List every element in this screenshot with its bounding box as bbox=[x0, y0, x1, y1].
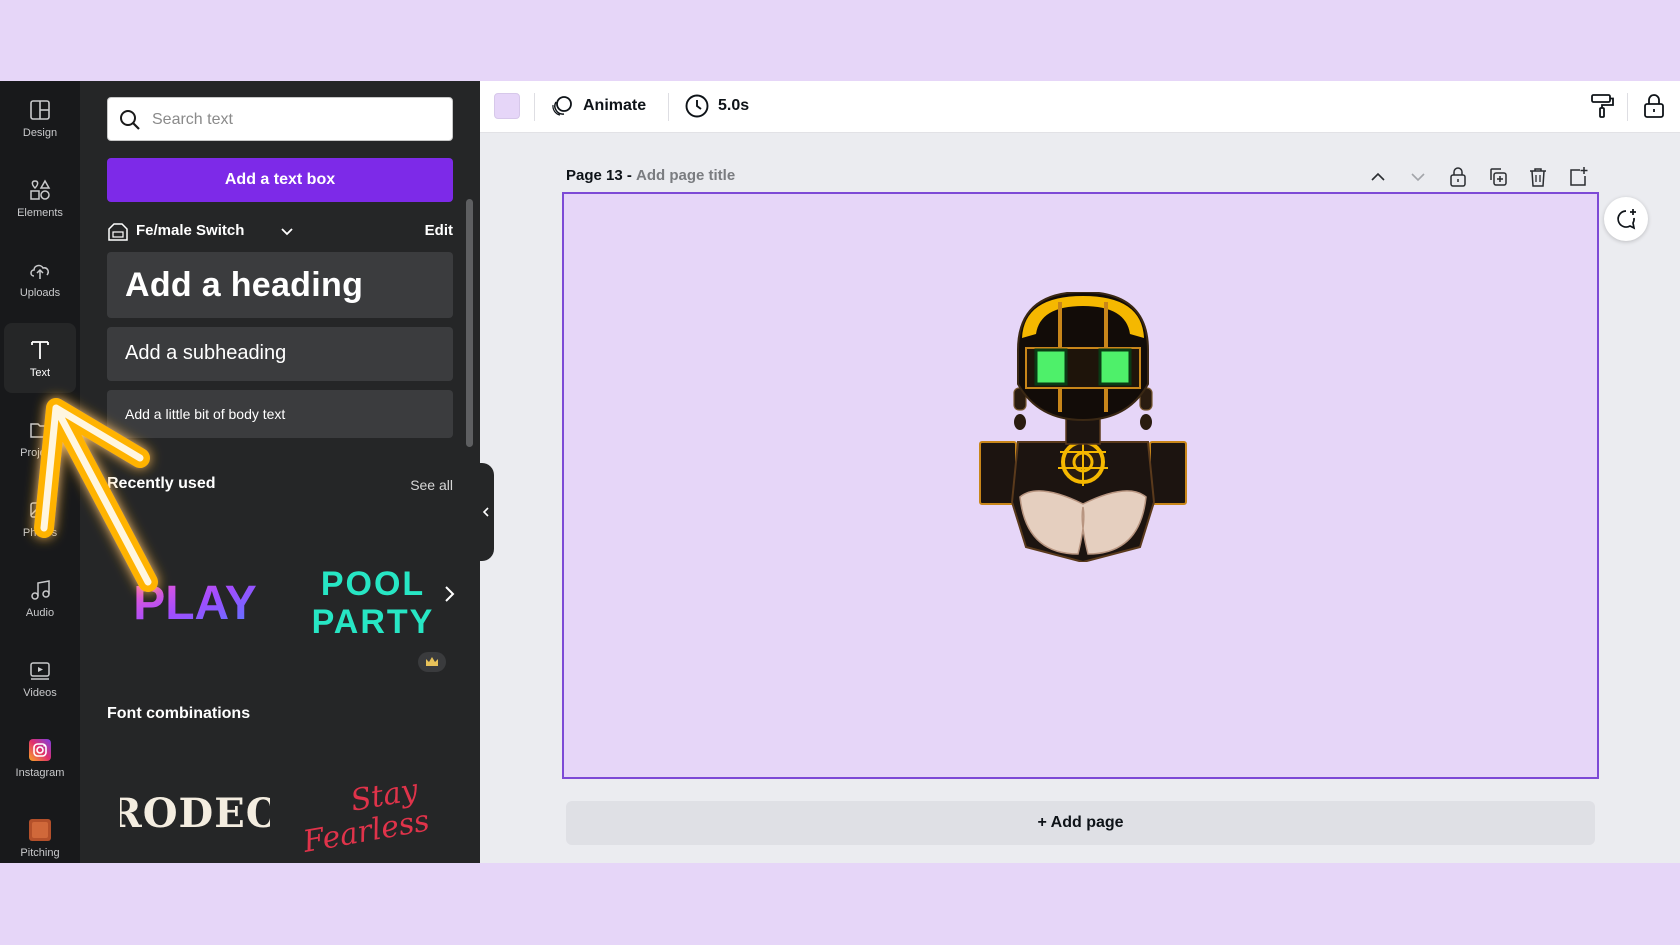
edit-brand-kit-link[interactable]: Edit bbox=[425, 222, 453, 239]
left-rail: Design Elements Uploads Text Projects Ph… bbox=[0, 81, 80, 863]
sidebar-item-instagram[interactable]: Instagram bbox=[4, 723, 76, 793]
see-all-link[interactable]: See all bbox=[410, 477, 453, 493]
copy-style-button[interactable] bbox=[1587, 91, 1617, 121]
move-page-down-button[interactable] bbox=[1406, 165, 1430, 189]
paint-roller-icon bbox=[1591, 94, 1614, 118]
sidebar-item-label: Audio bbox=[25, 607, 55, 619]
audio-icon bbox=[28, 578, 52, 602]
sidebar-item-label: Projects bbox=[20, 447, 60, 459]
editor-toolbar: Animate 5.0s bbox=[480, 81, 1680, 133]
move-page-up-button[interactable] bbox=[1366, 165, 1390, 189]
animate-label: Animate bbox=[583, 97, 647, 114]
add-body-text-button[interactable]: Add a little bit of body text bbox=[107, 390, 453, 438]
toolbar-divider bbox=[668, 93, 669, 121]
videos-icon bbox=[28, 658, 52, 682]
animate-icon bbox=[552, 96, 572, 116]
pitching-icon bbox=[28, 818, 52, 842]
play-tile-text: PLAY bbox=[133, 577, 257, 630]
font-combinations-title: Font combinations bbox=[107, 705, 251, 722]
sidebar-item-projects[interactable]: Projects bbox=[4, 403, 76, 473]
search-icon bbox=[119, 109, 141, 131]
combo-tile-rodeo[interactable]: RODEO bbox=[108, 781, 280, 845]
party-tile-text: PARTY bbox=[312, 603, 435, 639]
add-heading-label: Add a heading bbox=[125, 266, 364, 304]
delete-page-button[interactable] bbox=[1526, 165, 1550, 189]
add-page-icon bbox=[1570, 167, 1588, 186]
brand-kit-selector[interactable]: Fe/male Switch bbox=[136, 222, 244, 239]
page-title-input[interactable]: Add page title bbox=[636, 167, 735, 184]
combo-tile-stay-fearless[interactable]: Stay Fearless bbox=[298, 771, 448, 860]
rodeo-tile-text: RODEO bbox=[120, 790, 270, 837]
sidebar-item-pitching[interactable]: Pitching bbox=[4, 803, 76, 863]
search-text-input[interactable] bbox=[152, 106, 442, 134]
sidebar-item-label: Design bbox=[22, 127, 58, 139]
recently-used-title: Recently used bbox=[107, 475, 216, 492]
crown-icon bbox=[418, 652, 446, 672]
brand-kit-row: Fe/male Switch Edit bbox=[107, 219, 453, 245]
sidebar-item-label: Elements bbox=[17, 207, 63, 219]
sidebar-item-photos[interactable]: Photos bbox=[4, 483, 76, 553]
projects-icon bbox=[28, 418, 52, 442]
duplicate-icon bbox=[1490, 168, 1507, 186]
sidebar-item-design[interactable]: Design bbox=[4, 83, 76, 153]
design-canvas[interactable] bbox=[562, 192, 1599, 779]
canva-editor: Design Elements Uploads Text Projects Ph… bbox=[0, 81, 1680, 863]
recent-tile-play[interactable]: PLAY bbox=[120, 563, 270, 637]
add-heading-button[interactable]: Add a heading bbox=[107, 252, 453, 318]
elements-icon bbox=[28, 178, 52, 202]
lock-button[interactable] bbox=[1639, 91, 1669, 121]
page-header: Page 13 - Add page title bbox=[566, 165, 1596, 189]
sidebar-item-label: Videos bbox=[23, 687, 57, 699]
page-color-swatch[interactable] bbox=[494, 93, 520, 119]
sidebar-item-videos[interactable]: Videos bbox=[4, 643, 76, 713]
uploads-icon bbox=[28, 258, 52, 282]
add-subheading-label: Add a subheading bbox=[125, 342, 287, 364]
search-box bbox=[107, 97, 453, 141]
sidebar-item-text[interactable]: Text bbox=[4, 323, 76, 393]
duplicate-page-button[interactable] bbox=[1486, 165, 1510, 189]
sidebar-item-label: Pitching bbox=[20, 847, 60, 859]
photos-icon bbox=[28, 498, 52, 522]
page-number: Page 13 - bbox=[566, 167, 632, 184]
clock-icon bbox=[685, 94, 709, 118]
lock-icon bbox=[1450, 167, 1466, 187]
panel-scrollbar[interactable] bbox=[466, 199, 473, 447]
collapse-panel-button[interactable] bbox=[478, 463, 494, 561]
text-panel: Add a text box Fe/male Switch Edit Add a… bbox=[80, 81, 480, 863]
add-page-button[interactable]: + Add page bbox=[566, 801, 1595, 845]
sidebar-item-label: Instagram bbox=[15, 767, 65, 779]
lock-page-button[interactable] bbox=[1446, 165, 1470, 189]
trash-icon bbox=[1530, 168, 1546, 187]
toolbar-divider bbox=[1627, 93, 1628, 121]
toolbar-divider bbox=[534, 93, 535, 121]
chevron-right-icon[interactable] bbox=[440, 579, 460, 609]
sidebar-item-uploads[interactable]: Uploads bbox=[4, 243, 76, 313]
sidebar-item-label: Uploads bbox=[19, 287, 61, 299]
chevron-down-icon[interactable] bbox=[280, 224, 294, 238]
add-page-after-button[interactable] bbox=[1566, 165, 1590, 189]
instagram-icon bbox=[28, 738, 52, 762]
lock-icon bbox=[1644, 94, 1664, 118]
brand-kit-icon bbox=[107, 221, 129, 243]
chevron-up-icon bbox=[1371, 172, 1385, 181]
add-body-label: Add a little bit of body text bbox=[125, 406, 286, 422]
comment-add-icon bbox=[1617, 209, 1636, 230]
add-comment-button[interactable] bbox=[1604, 197, 1648, 241]
chevron-down-icon bbox=[1411, 173, 1425, 182]
robot-graphic[interactable] bbox=[978, 290, 1188, 564]
sidebar-item-label: Photos bbox=[22, 527, 58, 539]
pool-tile-text: POOL bbox=[321, 565, 425, 603]
duration-label: 5.0s bbox=[718, 97, 750, 114]
add-text-box-button[interactable]: Add a text box bbox=[107, 158, 453, 202]
design-icon bbox=[28, 98, 52, 122]
recent-tile-pool-party[interactable]: POOL PARTY bbox=[298, 559, 448, 641]
sidebar-item-elements[interactable]: Elements bbox=[4, 163, 76, 233]
add-subheading-button[interactable]: Add a subheading bbox=[107, 327, 453, 381]
sidebar-item-label: Text bbox=[29, 367, 51, 379]
text-icon bbox=[28, 338, 52, 362]
sidebar-item-audio[interactable]: Audio bbox=[4, 563, 76, 633]
